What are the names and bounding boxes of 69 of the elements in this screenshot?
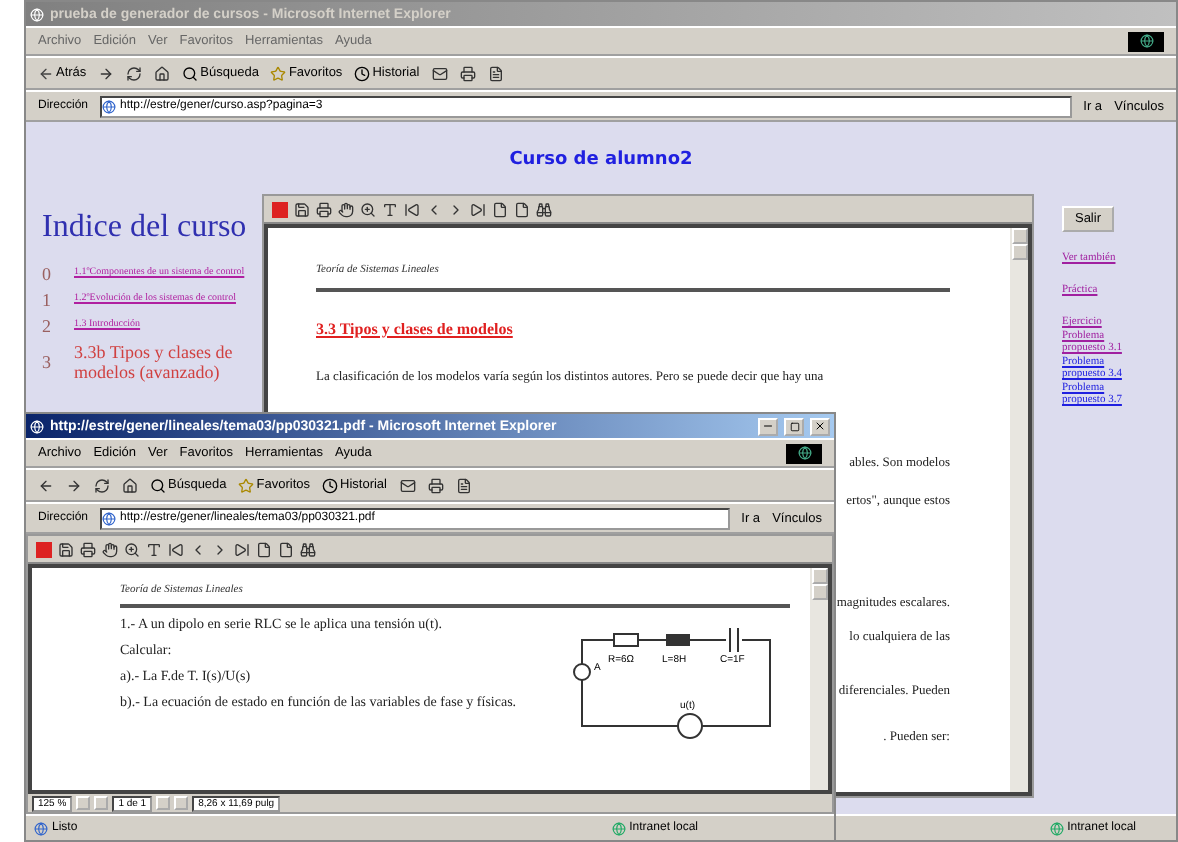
acrobat-icon[interactable]	[272, 201, 288, 217]
zoom-icon[interactable]	[124, 541, 140, 557]
globe-icon	[1049, 821, 1064, 835]
close-button[interactable]	[810, 417, 830, 435]
print-icon[interactable]	[459, 65, 476, 81]
star-icon	[270, 65, 287, 81]
back-icon[interactable]	[38, 477, 54, 493]
save-icon[interactable]	[58, 541, 74, 557]
page-icon[interactable]	[256, 541, 272, 557]
globe-icon	[611, 821, 626, 835]
index-number: 1	[42, 290, 53, 310]
current-topic: 3.3b Tipos y clases de modelos (avanzado)	[74, 342, 235, 384]
page-icon	[102, 99, 117, 113]
edit-icon[interactable]	[455, 477, 471, 493]
page-icon[interactable]	[492, 201, 508, 217]
clock-icon	[354, 65, 371, 81]
save-icon[interactable]	[294, 201, 310, 217]
index-title: Indice del curso	[42, 210, 249, 246]
find-icon[interactable]	[300, 541, 316, 557]
forward-icon[interactable]	[66, 477, 82, 493]
hand-icon[interactable]	[338, 201, 354, 217]
section-title: 3.3 Tipos y clases de modelos	[316, 320, 515, 338]
back-icon	[38, 65, 54, 81]
next-page-icon[interactable]	[448, 201, 464, 217]
previous-page-icon[interactable]	[190, 541, 206, 557]
maximize-button[interactable]	[784, 417, 804, 435]
mail-icon[interactable]	[431, 65, 448, 81]
text-select-icon[interactable]	[382, 201, 398, 217]
print-icon[interactable]	[427, 477, 443, 493]
print-icon[interactable]	[316, 201, 332, 217]
hand-icon[interactable]	[102, 541, 118, 557]
acrobat-icon[interactable]	[36, 541, 52, 557]
first-page-icon[interactable]	[404, 201, 420, 217]
page-icon	[34, 821, 48, 835]
home-icon[interactable]	[154, 65, 171, 81]
refresh-icon[interactable]	[126, 65, 143, 81]
previous-page-icon[interactable]	[426, 201, 442, 217]
clock-icon	[322, 477, 339, 493]
next-page-icon[interactable]	[212, 541, 228, 557]
home-icon[interactable]	[122, 477, 138, 493]
ie-icon	[30, 419, 44, 433]
minimize-icon	[762, 420, 774, 432]
print-icon[interactable]	[80, 541, 96, 557]
last-page-icon[interactable]	[234, 541, 250, 557]
search-icon	[150, 477, 166, 493]
windows-logo	[786, 443, 822, 463]
edit-icon[interactable]	[487, 65, 504, 81]
index-number: 3	[42, 352, 53, 373]
forward-icon[interactable]	[98, 65, 115, 81]
minimize-button[interactable]	[758, 417, 778, 435]
course-heading: Curso de alumno2	[507, 148, 695, 174]
page-icon[interactable]	[278, 541, 294, 557]
page-icon[interactable]	[514, 201, 530, 217]
index-number: 0	[42, 264, 53, 284]
find-icon[interactable]	[536, 201, 552, 217]
mail-icon[interactable]	[399, 477, 415, 493]
page-icon	[102, 511, 117, 525]
close-icon	[814, 420, 826, 432]
first-page-icon[interactable]	[168, 541, 184, 557]
refresh-icon[interactable]	[94, 477, 110, 493]
zoom-icon[interactable]	[360, 201, 376, 217]
search-icon	[182, 65, 199, 81]
ie-icon	[30, 7, 44, 21]
windows-logo	[1128, 31, 1164, 51]
maximize-icon	[789, 421, 799, 431]
text-select-icon[interactable]	[146, 541, 162, 557]
last-page-icon[interactable]	[470, 201, 486, 217]
star-icon	[238, 477, 255, 493]
index-number: 2	[42, 316, 53, 336]
